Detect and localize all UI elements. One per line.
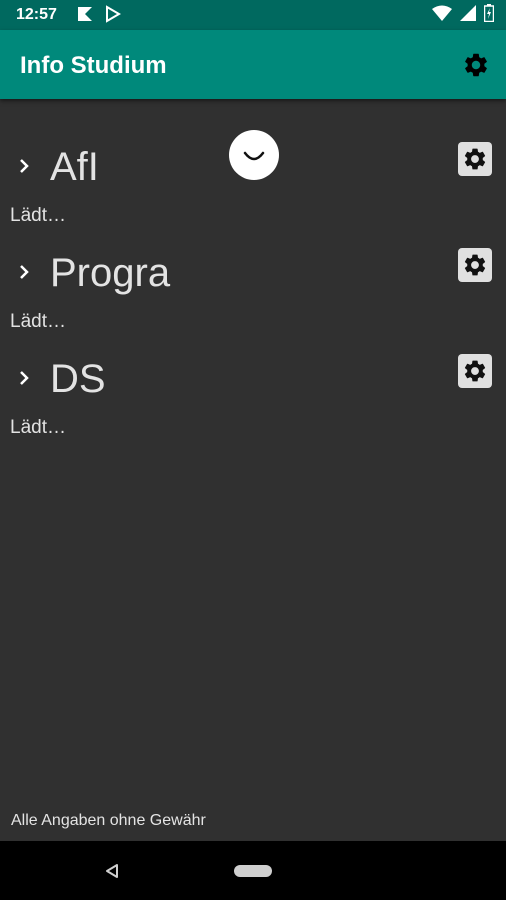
status-bar: 12:57 <box>0 0 506 30</box>
smile-mouth-icon <box>243 151 265 161</box>
gear-icon <box>464 360 486 382</box>
smiley-icon[interactable] <box>229 130 279 180</box>
gear-icon <box>464 254 486 276</box>
chevron-right-icon[interactable] <box>16 367 34 389</box>
back-icon[interactable] <box>104 863 120 879</box>
course-status: Lädt… <box>10 417 66 438</box>
course-name: Progra <box>50 251 171 295</box>
chevron-right-icon[interactable] <box>16 155 34 177</box>
course-settings-button[interactable] <box>458 248 492 282</box>
course-item-ds: DS Lädt… <box>0 349 506 455</box>
gear-icon[interactable] <box>462 51 490 79</box>
wifi-icon <box>432 5 452 21</box>
app-bar: Info Studium <box>0 30 506 99</box>
course-item-progra: Progra Lädt… <box>0 243 506 349</box>
gear-icon <box>464 148 486 170</box>
course-settings-button[interactable] <box>458 142 492 176</box>
play-store-icon <box>106 5 121 23</box>
chevron-right-icon[interactable] <box>16 261 34 283</box>
app-title: Info Studium <box>20 52 167 79</box>
status-right-icons <box>432 4 494 22</box>
home-button[interactable] <box>234 865 272 877</box>
navigation-bar <box>0 841 506 900</box>
course-status: Lädt… <box>10 311 66 332</box>
course-settings-button[interactable] <box>458 354 492 388</box>
course-status: Lädt… <box>10 205 66 226</box>
battery-icon <box>484 4 494 22</box>
course-name: AfI <box>50 145 99 189</box>
status-left-icons <box>76 5 122 23</box>
disclaimer-text: Alle Angaben ohne Gewähr <box>11 812 206 829</box>
cell-signal-icon <box>460 5 476 21</box>
status-time: 12:57 <box>16 6 57 23</box>
notification-icon <box>78 7 92 21</box>
course-name: DS <box>50 357 106 401</box>
